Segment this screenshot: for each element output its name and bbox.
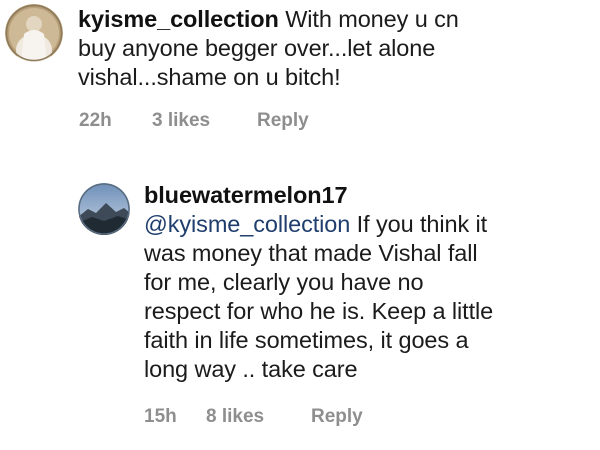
avatar-kyisme-collection[interactable] [5,4,63,62]
comment-line: long way .. take care [144,356,358,382]
comment-text-segment: If you think it [356,211,488,237]
comment-text: bluewatermelon17 @kyisme_collection If y… [144,181,493,384]
comment-line: bluewatermelon17 [144,181,493,210]
likes-count[interactable]: 3 likes [152,110,210,132]
timestamp: 22h [79,110,112,131]
comment-line: for me, clearly you have no [144,269,424,295]
reply-button[interactable]: Reply [257,110,309,132]
comment-line: kyisme_collection With money u cn [78,5,459,34]
comment-line: buy anyone begger over...let alone [78,35,436,61]
comment-line: @kyisme_collection If you think it [144,210,493,239]
profile-photo-icon [5,4,63,62]
mention-link[interactable]: @kyisme_collection [144,211,350,237]
comment-line: faith in life sometimes, it goes a [144,327,469,353]
comment-line: vishal...shame on u bitch! [78,64,341,90]
likes-count[interactable]: 8 likes [206,406,264,428]
comment-meta: 15h 8 likes Reply [144,406,444,430]
profile-photo-icon [78,183,130,235]
comment-line: was money that made Vishal fall [144,240,478,266]
comment-text-segment: With money u cn [285,6,459,32]
avatar-bluewatermelon17[interactable] [78,183,130,235]
comment-meta: 22h 3 likes Reply [79,110,379,134]
username-link[interactable]: kyisme_collection [78,6,279,32]
timestamp: 15h [144,406,177,427]
reply-button[interactable]: Reply [311,406,363,428]
comment-text: kyisme_collection With money u cn buy an… [78,5,459,92]
comment-line: respect for who he is. Keep a little [144,298,494,324]
username-link[interactable]: bluewatermelon17 [144,182,348,208]
